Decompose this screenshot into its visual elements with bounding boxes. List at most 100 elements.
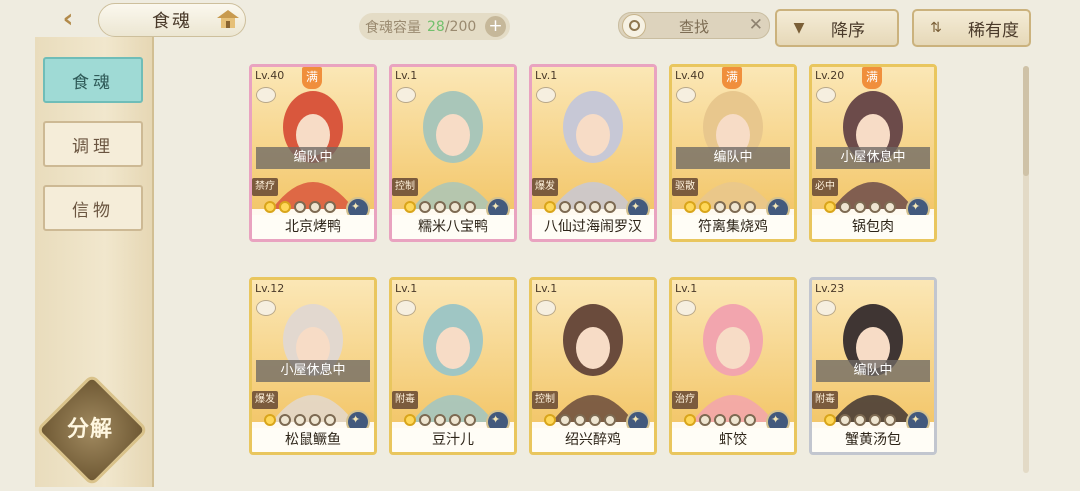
star-icon xyxy=(449,414,461,426)
role-badge: 治疗 xyxy=(672,391,698,409)
decompose-label[interactable]: 分解 xyxy=(55,411,125,443)
star-icon xyxy=(449,201,461,213)
star-icon xyxy=(729,414,741,426)
character-card[interactable]: Lv.1 控制 糯米八宝鸭 xyxy=(389,64,517,242)
star-icon xyxy=(294,414,306,426)
bowl-icon xyxy=(396,300,416,316)
role-badge: 驱散 xyxy=(672,178,698,196)
character-name: 松鼠鳜鱼 xyxy=(252,428,374,452)
star-rating xyxy=(824,201,899,213)
character-card[interactable]: Lv.12 小屋休息中 爆发 松鼠鳜鱼 xyxy=(249,277,377,455)
star-icon xyxy=(869,414,881,426)
bowl-icon xyxy=(536,300,556,316)
character-name: 北京烤鸭 xyxy=(252,215,374,239)
character-card[interactable]: Lv.1 爆发 八仙过海闹罗汉 xyxy=(529,64,657,242)
character-card[interactable]: Lv.20 满 小屋休息中 必中 锅包肉 xyxy=(809,64,937,242)
star-icon xyxy=(854,201,866,213)
level-label: Lv.20 xyxy=(815,69,845,82)
max-level-badge: 满 xyxy=(862,67,882,89)
back-chevron-icon[interactable]: ‹ xyxy=(48,4,88,34)
star-rating xyxy=(264,414,339,426)
star-rating xyxy=(824,414,899,426)
star-icon xyxy=(574,414,586,426)
status-banner: 编队中 xyxy=(676,147,790,169)
role-badge: 爆发 xyxy=(532,178,558,196)
star-icon xyxy=(824,414,836,426)
level-label: Lv.1 xyxy=(395,282,418,295)
bowl-icon xyxy=(396,87,416,103)
level-label: Lv.1 xyxy=(395,69,418,82)
scrollbar-thumb[interactable] xyxy=(1023,66,1029,176)
star-icon xyxy=(604,414,616,426)
star-icon xyxy=(729,201,741,213)
star-icon xyxy=(434,414,446,426)
character-name: 绍兴醉鸡 xyxy=(532,428,654,452)
star-icon xyxy=(324,414,336,426)
role-badge: 禁疗 xyxy=(252,178,278,196)
bowl-icon xyxy=(536,87,556,103)
star-icon xyxy=(884,414,896,426)
star-rating xyxy=(544,201,619,213)
max-level-badge: 满 xyxy=(722,67,742,89)
tab-shihun[interactable]: 食魂 xyxy=(43,57,143,103)
character-card[interactable]: Lv.40 满 编队中 禁疗 北京烤鸭 xyxy=(249,64,377,242)
star-icon xyxy=(434,201,446,213)
star-icon xyxy=(559,414,571,426)
bowl-icon xyxy=(256,300,276,316)
star-icon xyxy=(684,414,696,426)
character-card[interactable]: Lv.1 治疗 虾饺 xyxy=(669,277,797,455)
star-icon xyxy=(264,414,276,426)
tab-xinwu[interactable]: 信物 xyxy=(43,185,143,231)
scrollbar[interactable] xyxy=(1023,66,1029,473)
star-icon xyxy=(839,201,851,213)
level-label: Lv.12 xyxy=(255,282,285,295)
expand-capacity-button[interactable]: + xyxy=(485,16,506,37)
star-icon xyxy=(824,201,836,213)
star-icon xyxy=(464,414,476,426)
role-badge: 附毒 xyxy=(392,391,418,409)
star-rating xyxy=(684,201,759,213)
capacity-current: 28 xyxy=(427,18,445,35)
star-icon xyxy=(604,201,616,213)
sort-order-button[interactable]: ▼ 降序 xyxy=(775,9,899,47)
character-card[interactable]: Lv.1 控制 绍兴醉鸡 xyxy=(529,277,657,455)
star-icon xyxy=(699,201,711,213)
bowl-icon xyxy=(816,300,836,316)
star-icon xyxy=(279,201,291,213)
star-icon xyxy=(589,201,601,213)
level-label: Lv.1 xyxy=(535,282,558,295)
character-card[interactable]: Lv.40 满 编队中 驱散 符离集烧鸡 xyxy=(669,64,797,242)
star-icon xyxy=(574,201,586,213)
sort-rarity-button[interactable]: ⇅ 稀有度 xyxy=(912,9,1031,47)
character-name: 蟹黄汤包 xyxy=(812,428,934,452)
star-icon xyxy=(839,414,851,426)
tab-tiaoli[interactable]: 调理 xyxy=(43,121,143,167)
role-badge: 爆发 xyxy=(252,391,278,409)
role-badge: 附毒 xyxy=(812,391,838,409)
star-icon xyxy=(714,414,726,426)
star-icon xyxy=(264,201,276,213)
level-label: Lv.1 xyxy=(535,69,558,82)
star-rating xyxy=(544,414,619,426)
capacity-indicator: 食魂容量 28 /200 + xyxy=(359,13,510,40)
star-icon xyxy=(744,414,756,426)
star-rating xyxy=(404,201,479,213)
bowl-icon xyxy=(676,300,696,316)
star-icon xyxy=(559,201,571,213)
house-icon[interactable] xyxy=(215,8,241,30)
star-icon xyxy=(309,414,321,426)
capacity-max: /200 xyxy=(444,18,477,35)
star-icon xyxy=(404,201,416,213)
star-rating xyxy=(264,201,339,213)
character-card[interactable]: Lv.1 附毒 豆汁儿 xyxy=(389,277,517,455)
status-banner: 编队中 xyxy=(256,147,370,169)
character-card[interactable]: Lv.23 编队中 附毒 蟹黄汤包 xyxy=(809,277,937,455)
search-placeholder: 查找 xyxy=(678,18,709,36)
star-icon xyxy=(884,201,896,213)
level-label: Lv.1 xyxy=(675,282,698,295)
search-input[interactable]: 查找 ✕ xyxy=(618,12,770,39)
clear-search-icon[interactable]: ✕ xyxy=(749,15,763,35)
level-label: Lv.40 xyxy=(675,69,705,82)
status-banner: 小屋休息中 xyxy=(256,360,370,382)
status-banner: 编队中 xyxy=(816,360,930,382)
